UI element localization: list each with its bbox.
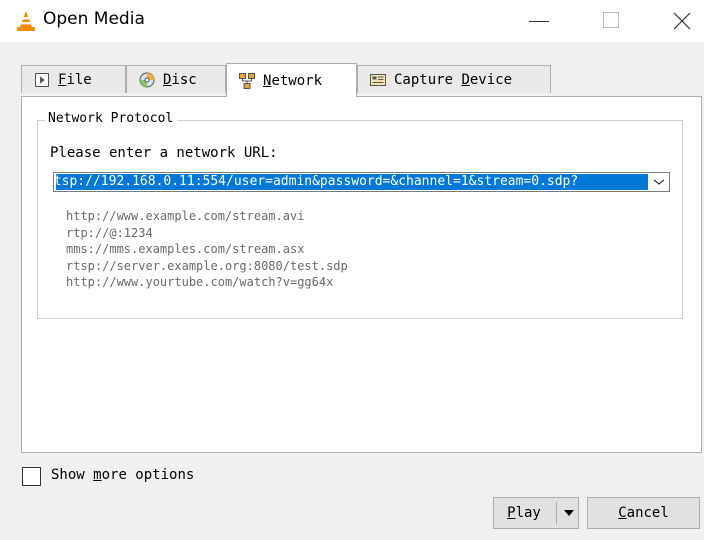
url-combobox[interactable]: rtsp://192.168.0.11:554/user=admin&passw…	[53, 172, 670, 192]
play-split-button: Play	[493, 497, 579, 529]
tab-capture-device[interactable]: Capture Device	[357, 65, 551, 93]
tab-network-label: Network	[263, 72, 323, 89]
group-title: Network Protocol	[45, 111, 178, 126]
example-url: http://www.yourtube.com/watch?v=gg64x	[66, 275, 334, 289]
show-more-label[interactable]: Show more options	[51, 467, 194, 483]
divider	[556, 502, 557, 524]
example-url: rtp://@:1234	[66, 225, 153, 240]
url-input[interactable]: rtsp://192.168.0.11:554/user=admin&passw…	[56, 174, 648, 190]
tab-disc[interactable]: Disc	[126, 65, 226, 93]
close-icon	[673, 12, 691, 30]
minimize-icon	[529, 21, 549, 22]
url-examples: http://www.example.com/stream.avi rtp://…	[66, 208, 348, 291]
url-value: rtsp://192.168.0.11:554/user=admin&passw…	[56, 174, 579, 189]
network-panel: Network Protocol Please enter a network …	[21, 96, 702, 453]
capture-device-icon	[370, 72, 386, 88]
show-more-checkbox[interactable]	[22, 467, 41, 486]
tab-file-label: File	[58, 71, 92, 88]
cancel-button[interactable]: Cancel	[587, 497, 700, 529]
play-button[interactable]: Play	[494, 498, 554, 528]
chevron-down-icon	[653, 179, 665, 185]
disc-icon	[139, 72, 155, 88]
vlc-cone-icon	[17, 11, 35, 31]
close-button[interactable]	[660, 0, 704, 42]
title-bar: Open Media	[0, 0, 704, 42]
tab-network[interactable]: Network	[226, 63, 357, 97]
tab-file[interactable]: File	[21, 65, 126, 93]
maximize-button[interactable]	[590, 0, 634, 42]
window-title: Open Media	[43, 9, 145, 29]
url-label: Please enter a network URL:	[50, 145, 278, 161]
url-dropdown-button[interactable]	[649, 173, 669, 191]
network-icon	[239, 72, 255, 89]
tab-disc-label: Disc	[163, 71, 197, 88]
play-options-dropdown[interactable]	[560, 498, 578, 528]
maximize-icon	[603, 12, 619, 28]
tab-capture-device-label: Capture Device	[394, 71, 513, 88]
example-url: mms://mms.examples.com/stream.asx	[66, 242, 305, 256]
example-url: http://www.example.com/stream.avi	[66, 209, 305, 223]
file-icon	[34, 72, 50, 88]
example-url: rtsp://server.example.org:8080/test.sdp	[66, 258, 348, 273]
caret-down-icon	[564, 510, 574, 516]
minimize-button[interactable]	[519, 0, 563, 42]
